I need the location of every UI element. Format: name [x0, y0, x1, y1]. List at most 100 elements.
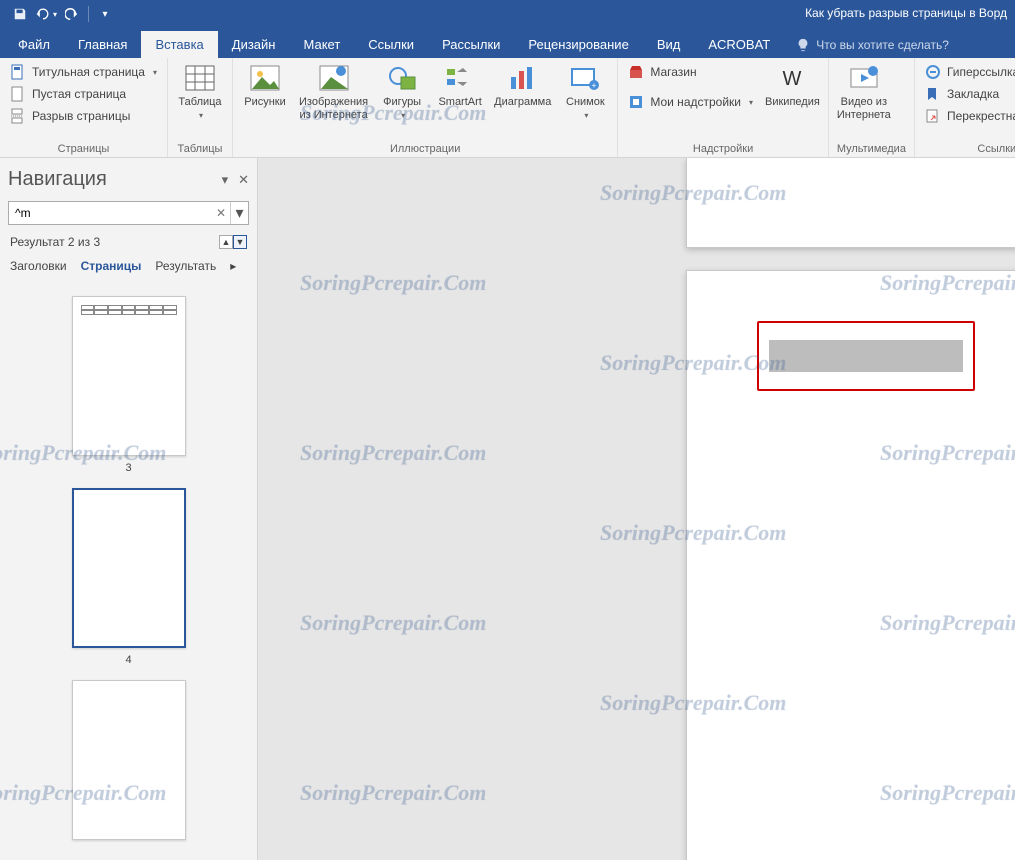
smartart-label: SmartArt	[438, 96, 481, 109]
shapes-label: Фигуры	[383, 96, 421, 108]
save-button[interactable]	[8, 2, 32, 26]
group-tables: Таблица▾ Таблицы	[168, 58, 233, 157]
title-page-label: Титульная страница	[32, 65, 145, 79]
tab-insert[interactable]: Вставка	[141, 31, 217, 58]
table-icon	[184, 62, 216, 94]
shapes-icon	[386, 62, 418, 94]
smartart-button[interactable]: SmartArt	[436, 62, 484, 109]
page-break-icon	[10, 108, 26, 124]
pictures-button[interactable]: Рисунки	[241, 62, 289, 109]
online-video-button[interactable]: Видео изИнтернета	[837, 62, 891, 121]
bookmark-button[interactable]: Закладка	[923, 84, 1015, 104]
tab-mailings[interactable]: Рассылки	[428, 31, 514, 58]
online-pictures-button[interactable]: Изображенияиз Интернета	[299, 62, 368, 121]
navigation-search-input[interactable]	[9, 204, 212, 222]
nav-tab-pages[interactable]: Страницы	[81, 255, 142, 277]
tab-home[interactable]: Главная	[64, 31, 141, 58]
pictures-icon	[249, 62, 281, 94]
navigation-next-result[interactable]: ▼	[233, 235, 247, 249]
smartart-icon	[444, 62, 476, 94]
navigation-result-text: Результат 2 из 3	[10, 235, 100, 249]
blank-page-icon	[10, 86, 26, 102]
bookmark-label: Закладка	[947, 87, 999, 101]
nav-tab-results[interactable]: Результать	[155, 255, 216, 277]
store-button[interactable]: Магазин	[626, 62, 755, 82]
table-button[interactable]: Таблица▾	[176, 62, 224, 121]
group-tables-label: Таблицы	[176, 141, 224, 155]
title-page-button[interactable]: Титульная страница▾	[8, 62, 159, 82]
navigation-thumbnails: 3 4	[8, 284, 249, 850]
wikipedia-button[interactable]: W Википедия	[765, 62, 820, 109]
my-addins-icon	[628, 94, 644, 110]
nav-tab-more[interactable]: ▸	[230, 259, 236, 273]
navigation-prev-result[interactable]: ▲	[219, 235, 233, 249]
hyperlink-label: Гиперссылка	[947, 65, 1015, 79]
navigation-search-clear[interactable]: ✕	[212, 206, 230, 220]
quick-access-toolbar: ▾ ▾	[0, 2, 117, 26]
title-bar: ▾ ▾ Как убрать разрыв страницы в Ворд	[0, 0, 1015, 28]
group-links: Гиперссылка Закладка Перекрестная ссылка…	[915, 58, 1015, 157]
group-illustrations: Рисунки Изображенияиз Интернета Фигуры▾ …	[233, 58, 618, 157]
chart-button[interactable]: Диаграмма	[494, 62, 551, 109]
navigation-dropdown-button[interactable]: ▾	[222, 172, 229, 188]
my-addins-label: Мои надстройки	[650, 95, 741, 109]
redo-icon	[65, 7, 79, 21]
cross-reference-button[interactable]: Перекрестная ссылка	[923, 106, 1015, 126]
navigation-search[interactable]: ✕ ▾	[8, 201, 249, 225]
nav-tab-headings[interactable]: Заголовки	[10, 255, 67, 277]
group-media-label: Мультимедиа	[837, 141, 906, 155]
svg-text:+: +	[592, 81, 597, 90]
document-page-current[interactable]	[686, 270, 1015, 860]
screenshot-button[interactable]: + Снимок▾	[561, 62, 609, 121]
online-video-label-2: Интернета	[837, 109, 891, 121]
qat-separator	[88, 6, 89, 22]
ribbon: Титульная страница▾ Пустая страница Разр…	[0, 58, 1015, 158]
save-icon	[13, 7, 27, 21]
redo-button[interactable]	[60, 2, 84, 26]
tab-design[interactable]: Дизайн	[218, 31, 290, 58]
online-video-label-1: Видео из	[841, 96, 887, 108]
cross-reference-label: Перекрестная ссылка	[947, 109, 1015, 123]
tell-me-label: Что вы хотите сделать?	[816, 38, 949, 52]
store-label: Магазин	[650, 65, 696, 79]
qat-customize-button[interactable]: ▾	[93, 2, 117, 26]
tab-review[interactable]: Рецензирование	[514, 31, 642, 58]
tab-view[interactable]: Вид	[643, 31, 695, 58]
group-pages: Титульная страница▾ Пустая страница Разр…	[0, 58, 168, 157]
store-icon	[628, 64, 644, 80]
online-video-icon	[848, 62, 880, 94]
page-thumbnail-3[interactable]	[72, 296, 186, 456]
page-thumbnail-3-number: 3	[125, 462, 131, 474]
page-thumbnail-4-number: 4	[125, 654, 131, 666]
hyperlink-icon	[925, 64, 941, 80]
blank-page-button[interactable]: Пустая страница	[8, 84, 159, 104]
group-illustrations-label: Иллюстрации	[241, 141, 609, 155]
undo-button[interactable]: ▾	[34, 2, 58, 26]
screenshot-label: Снимок	[566, 96, 605, 108]
document-page-prev[interactable]	[686, 158, 1015, 248]
wikipedia-label: Википедия	[765, 96, 820, 109]
page-thumbnail-5[interactable]	[72, 680, 186, 840]
document-title: Как убрать разрыв страницы в Ворд	[805, 6, 1007, 20]
ribbon-tabs: Файл Главная Вставка Дизайн Макет Ссылки…	[0, 28, 1015, 58]
thumbnail-content-icon	[81, 305, 177, 315]
navigation-close-button[interactable]: ✕	[238, 172, 249, 188]
page-break-button[interactable]: Разрыв страницы	[8, 106, 159, 126]
navigation-search-options[interactable]: ▾	[230, 202, 248, 224]
tab-references[interactable]: Ссылки	[354, 31, 428, 58]
hyperlink-button[interactable]: Гиперссылка	[923, 62, 1015, 82]
group-pages-label: Страницы	[8, 141, 159, 155]
wikipedia-icon: W	[776, 62, 808, 94]
tab-acrobat[interactable]: ACROBAT	[694, 31, 784, 58]
group-media: Видео изИнтернета Мультимедиа	[829, 58, 915, 157]
chart-icon	[507, 62, 539, 94]
tell-me-search[interactable]: Что вы хотите сделать?	[784, 32, 961, 58]
document-area[interactable]	[258, 158, 1015, 860]
page-thumbnail-4[interactable]	[72, 488, 186, 648]
page-break-selection[interactable]	[769, 340, 963, 372]
title-page-icon	[10, 64, 26, 80]
tab-layout[interactable]: Макет	[289, 31, 354, 58]
shapes-button[interactable]: Фигуры▾	[378, 62, 426, 121]
my-addins-button[interactable]: Мои надстройки▾	[626, 92, 755, 112]
tab-file[interactable]: Файл	[4, 31, 64, 58]
